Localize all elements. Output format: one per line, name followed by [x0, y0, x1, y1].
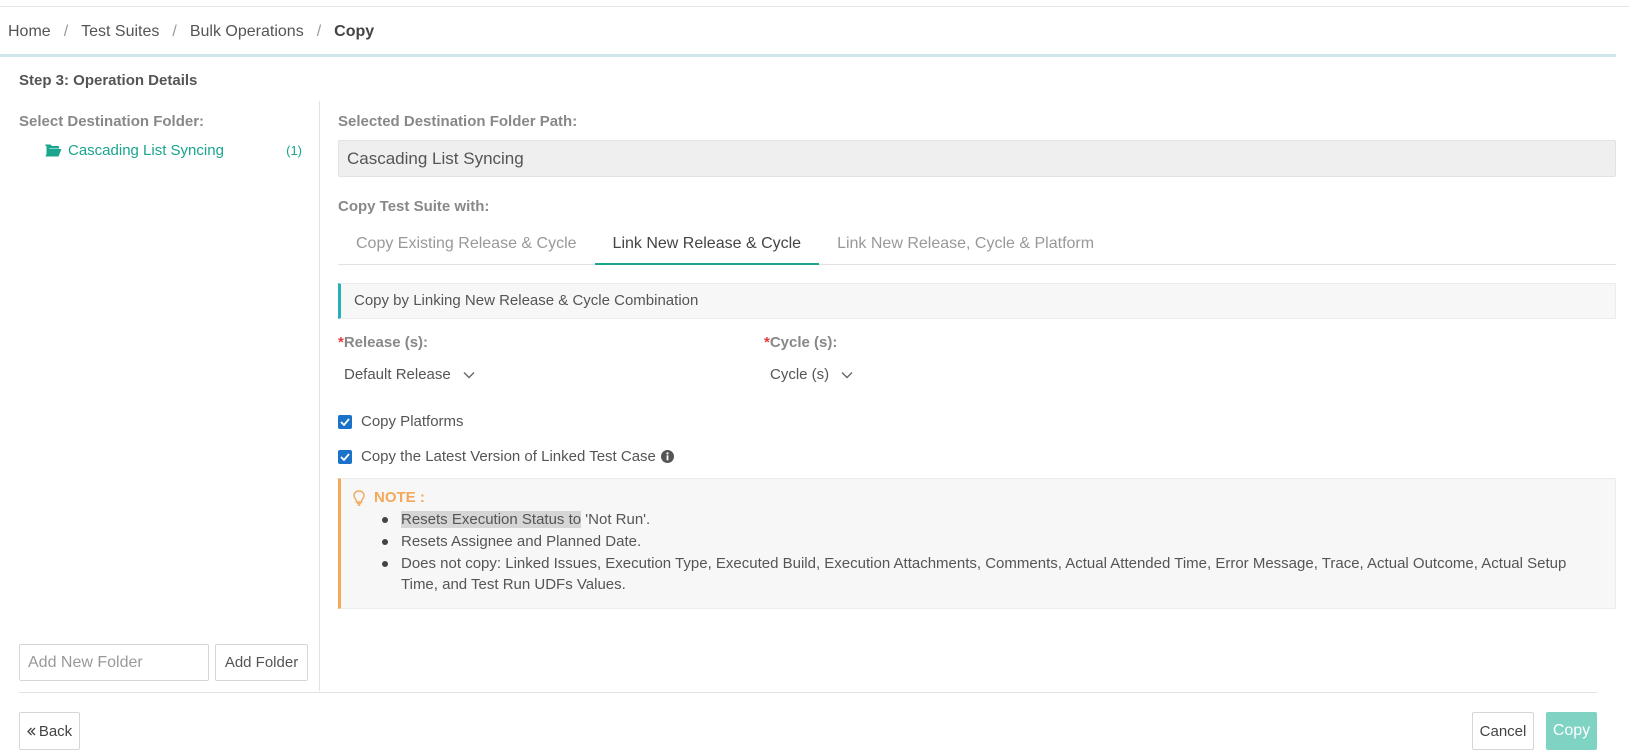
chevron-down-icon — [841, 371, 853, 378]
release-dropdown[interactable]: Default Release — [344, 366, 475, 383]
lightbulb-icon — [353, 489, 365, 506]
note-heading: NOTE : — [353, 489, 425, 506]
note-box: NOTE : Resets Execution Status to 'Not R… — [338, 478, 1616, 609]
folder-name: Cascading List Syncing — [68, 142, 224, 159]
footer-divider — [19, 692, 1597, 693]
back-button[interactable]: Back — [19, 712, 80, 750]
breadcrumb-separator: / — [316, 23, 322, 40]
destination-folder-panel: Select Destination Folder: Cascading Lis… — [19, 101, 320, 691]
note-item: Resets Assignee and Planned Date. — [380, 531, 1600, 552]
chevron-down-icon — [463, 371, 475, 378]
note-item-text: 'Not Run'. — [581, 511, 651, 528]
tab-link-new-release-cycle[interactable]: Link New Release & Cycle — [594, 223, 820, 265]
tab-link-new-release-cycle-platform[interactable]: Link New Release, Cycle & Platform — [819, 223, 1112, 265]
copy-with-label: Copy Test Suite with: — [338, 198, 490, 215]
breadcrumb-bulk-operations[interactable]: Bulk Operations — [190, 23, 304, 41]
new-folder-input[interactable] — [19, 644, 209, 681]
copy-latest-version-label: Copy the Latest Version of Linked Test C… — [361, 448, 656, 465]
tab-copy-existing-release-cycle[interactable]: Copy Existing Release & Cycle — [338, 223, 595, 265]
note-item: Resets Execution Status to 'Not Run'. — [380, 509, 1600, 530]
breadcrumb-home[interactable]: Home — [8, 23, 51, 41]
cycle-label-text: Cycle (s): — [769, 334, 838, 351]
info-icon[interactable] — [660, 450, 674, 463]
note-item-highlight: Resets Execution Status to — [401, 511, 582, 528]
copy-platforms-option: Copy Platforms — [338, 413, 464, 430]
note-title: NOTE : — [374, 489, 425, 506]
top-divider — [0, 6, 1629, 7]
note-item: Does not copy: Linked Issues, Execution … — [380, 553, 1600, 595]
destination-path-field: Cascading List Syncing — [338, 140, 1616, 177]
mode-info-box: Copy by Linking New Release & Cycle Comb… — [338, 283, 1616, 319]
copy-button[interactable]: Copy — [1546, 712, 1597, 750]
cycle-dropdown[interactable]: Cycle (s) — [770, 366, 853, 383]
destination-path-label: Selected Destination Folder Path: — [338, 113, 578, 130]
folder-count-badge: (1) — [286, 143, 302, 158]
note-list: Resets Execution Status to 'Not Run'. Re… — [380, 509, 1600, 596]
copy-mode-tabs: Copy Existing Release & Cycle Link New R… — [338, 223, 1616, 265]
folder-tree-item[interactable]: Cascading List Syncing (1) — [45, 142, 320, 159]
copy-latest-version-checkbox[interactable] — [338, 449, 352, 464]
select-folder-label: Select Destination Folder: — [19, 113, 205, 130]
breadcrumb-current: Copy — [334, 23, 375, 40]
copy-platforms-checkbox[interactable] — [338, 414, 352, 429]
copy-platforms-label: Copy Platforms — [361, 413, 464, 430]
cycle-selected-value: Cycle (s) — [770, 366, 830, 383]
release-selected-value: Default Release — [344, 366, 451, 383]
release-label: *Release (s): — [338, 334, 428, 351]
breadcrumb-test-suites[interactable]: Test Suites — [81, 23, 159, 41]
checkmark-icon — [340, 452, 350, 461]
add-folder-button[interactable]: Add Folder — [215, 644, 308, 681]
release-label-text: Release (s): — [343, 334, 429, 351]
copy-latest-version-option: Copy the Latest Version of Linked Test C… — [338, 448, 674, 465]
breadcrumb-separator: / — [63, 23, 69, 40]
back-button-label: Back — [38, 722, 73, 740]
step-title: Step 3: Operation Details — [19, 72, 198, 89]
cancel-button[interactable]: Cancel — [1472, 712, 1534, 750]
folder-open-icon — [45, 144, 62, 157]
double-chevron-left-icon — [26, 727, 36, 735]
checkmark-icon — [340, 417, 350, 426]
breadcrumb-separator: / — [172, 23, 177, 40]
header-accent-line — [0, 54, 1616, 57]
breadcrumb: Home / Test Suites / Bulk Operations / C… — [8, 20, 374, 44]
cycle-label: *Cycle (s): — [764, 334, 837, 351]
